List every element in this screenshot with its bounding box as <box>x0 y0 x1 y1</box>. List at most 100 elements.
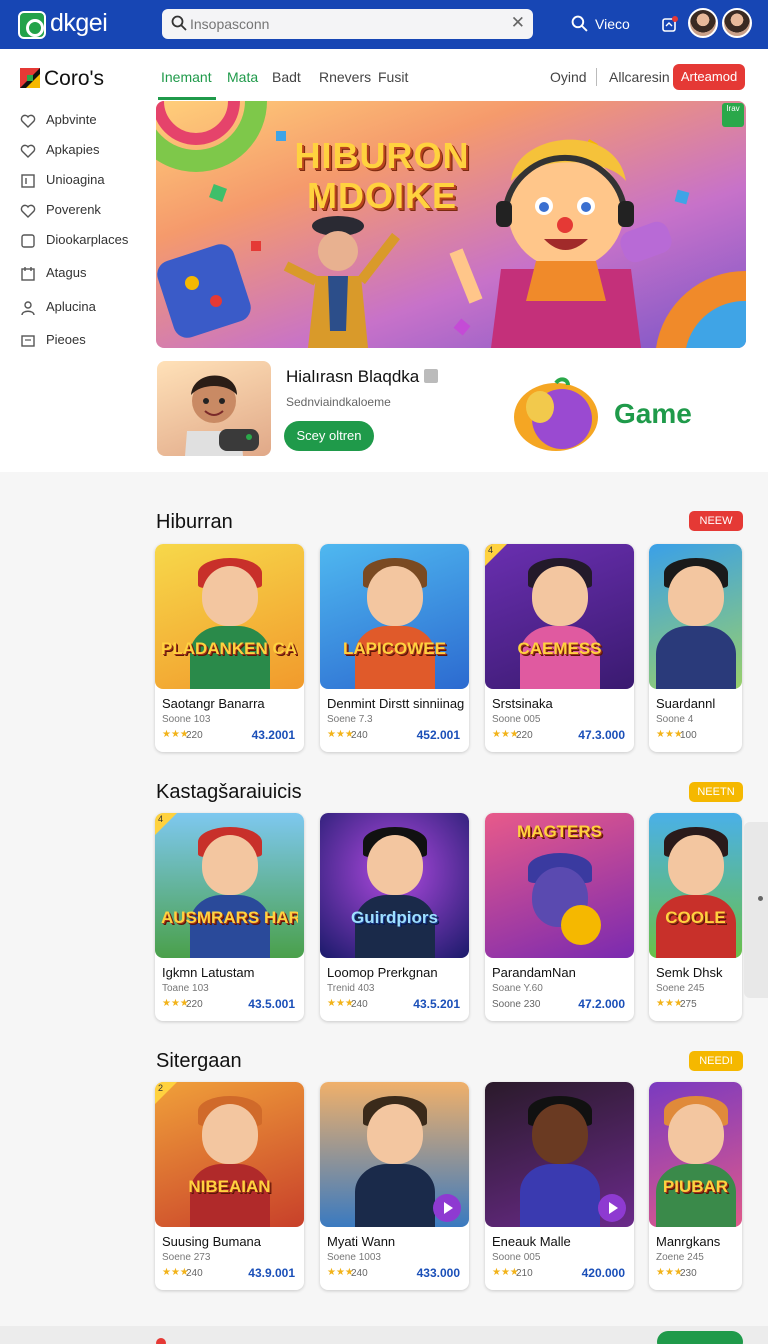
game-card-artwork: 4 AUSMRARS HARANES <box>155 813 304 958</box>
corner-number: 4 <box>488 545 494 555</box>
game-card[interactable]: Eneauk Malle Soone 005 ★★★ 210 420.000 <box>485 1082 634 1290</box>
card-price: 43.2001 <box>251 728 295 742</box>
game-card[interactable]: PIUBAR Manrgkans Zoene 245 ★★★ 230 <box>649 1082 742 1290</box>
card-subtitle: Soene 245 <box>656 983 705 994</box>
game-card-artwork <box>649 544 742 689</box>
featured-thumbnail[interactable] <box>157 361 271 456</box>
featured-artwork <box>185 375 259 456</box>
character-face <box>201 1104 258 1164</box>
card-title: Suusing Bumana <box>162 1234 262 1249</box>
image-icon <box>21 335 35 347</box>
square-icon <box>21 234 35 248</box>
card-price: 47.2.000 <box>578 997 625 1011</box>
card-subtitle: Toane 103 <box>162 983 209 994</box>
card-rating: 210 <box>516 1268 533 1279</box>
alert-icon <box>156 1338 166 1344</box>
active-tab-indicator <box>158 97 216 100</box>
tab-mata[interactable]: Mata <box>227 69 258 85</box>
tab-badt[interactable]: Badt <box>272 69 301 85</box>
search-input[interactable] <box>190 13 490 35</box>
tab-rnevers[interactable]: Rnevers <box>319 69 371 85</box>
sidebar-item-label: Unioagina <box>46 172 105 187</box>
star-rating-icon: ★★★ <box>162 729 189 740</box>
character-face <box>201 566 258 626</box>
card-title: Srstsinaka <box>492 696 553 711</box>
character-face <box>201 835 258 895</box>
card-title: Saotangr Banarra <box>162 696 265 711</box>
character-face <box>667 1104 724 1164</box>
tab-inemant[interactable]: Inemant <box>161 69 212 85</box>
game-card[interactable]: PLADANKEN CACTERLIEEN Saotangr Banarra S… <box>155 544 304 752</box>
app-logo-icon[interactable] <box>18 11 46 39</box>
close-icon[interactable]: ✕ <box>511 13 525 33</box>
card-art-title: COOLE <box>665 909 726 927</box>
featured-title[interactable]: Hialırasn Blaqdka <box>286 367 419 387</box>
action-button[interactable]: Arteamod <box>673 64 745 90</box>
card-subtitle: Soone 005 <box>492 1252 541 1263</box>
card-subtitle: Soone 4 <box>656 714 694 725</box>
game-card[interactable]: MAGTERS ParandamNan Soane Y.60 Soone 230… <box>485 813 634 1021</box>
character-body <box>354 1164 435 1227</box>
top-bar: dkgei ✕ Vieco <box>0 0 768 49</box>
featured-play-button[interactable]: Scey oltren <box>284 421 374 451</box>
card-title: Igkmn Latustam <box>162 965 255 980</box>
card-price: 43.5.001 <box>248 997 295 1011</box>
status-badge: NEETN <box>689 782 743 802</box>
card-art-title: NIBEAIAN <box>188 1178 271 1196</box>
card-subtitle: Zoene 245 <box>656 1252 704 1263</box>
card-rating: 230 <box>680 1268 697 1279</box>
star-rating-icon: ★★★ <box>492 729 519 740</box>
search-bar[interactable]: ✕ <box>162 9 533 39</box>
game-card[interactable]: 4 AUSMRARS HARANES Igkmn Latustam Toane … <box>155 813 304 1021</box>
card-rating: 275 <box>680 999 697 1010</box>
sidebar-brand[interactable]: Coro's <box>44 67 104 91</box>
side-scroll-handle[interactable] <box>744 822 768 998</box>
notification-icon[interactable] <box>661 15 679 33</box>
game-card[interactable]: LAPICOWEE Denmint Dirstt sinniinag Soene… <box>320 544 469 752</box>
card-subtitle: Soene 7.3 <box>327 714 373 725</box>
card-title: Suardannl <box>656 696 716 711</box>
card-rating: 220 <box>186 730 203 741</box>
game-card[interactable]: Suardannl Soone 4 ★★★ 100 <box>649 544 742 752</box>
sidebar-item-label: Pieoes <box>46 332 86 347</box>
game-card[interactable]: Guirdpiors Loomop Prerkgnan Trenid 403 ★… <box>320 813 469 1021</box>
card-art-title: Guirdpiors <box>351 909 438 927</box>
card-art-title: AUSMRARS HARANES <box>161 909 298 927</box>
hero-title-line: MDOIKE <box>307 175 457 216</box>
card-price: 43.5.201 <box>413 997 460 1011</box>
app-logo-text[interactable]: dkgei <box>50 9 108 38</box>
card-rating: 220 <box>186 999 203 1010</box>
sidebar-item-label: Apkapies <box>46 142 100 157</box>
card-price: 420.000 <box>581 1266 625 1280</box>
character-face <box>366 1104 423 1164</box>
card-price: 43.9.001 <box>248 1266 295 1280</box>
avatar[interactable] <box>722 8 752 38</box>
character-face <box>366 566 423 626</box>
hero-title: HIBURON MDOIKE <box>282 136 482 216</box>
game-card[interactable]: 4 CAEMESS Srstsinaka Soone 005 ★★★ 220 4… <box>485 544 634 752</box>
sidebar-item-label: Diookarplaces <box>46 232 129 247</box>
play-icon[interactable] <box>433 1194 461 1222</box>
card-title: ParandamNan <box>492 965 576 980</box>
card-price: 47.3.000 <box>578 728 625 742</box>
link-allcaresin[interactable]: Allcaresin <box>609 69 670 85</box>
link-oyind[interactable]: Oyind <box>550 69 587 85</box>
verified-icon <box>424 369 438 383</box>
sidebar-item-label: Aplucina <box>46 299 96 314</box>
play-icon[interactable] <box>598 1194 626 1222</box>
game-card-artwork: LAPICOWEE <box>320 544 469 689</box>
sidebar-item-label: Poverenk <box>46 202 101 217</box>
bottom-action-button[interactable] <box>657 1331 743 1344</box>
game-card[interactable]: COOLE Semk Dhsk Soene 245 ★★★ 275 <box>649 813 742 1021</box>
tag-icon <box>21 267 35 281</box>
tab-fusit[interactable]: Fusit <box>378 69 408 85</box>
game-card-artwork: PLADANKEN CACTERLIEEN <box>155 544 304 689</box>
game-card[interactable]: Myati Wann Soene 1003 ★★★ 240 433.000 <box>320 1082 469 1290</box>
heart-icon <box>20 204 36 218</box>
game-card[interactable]: 2 NIBEAIAN Suusing Bumana Soene 273 ★★★ … <box>155 1082 304 1290</box>
section-title: Sitergaan <box>156 1050 242 1072</box>
game-card-artwork: COOLE <box>649 813 742 958</box>
avatar[interactable] <box>688 8 718 38</box>
card-rating: 240 <box>351 1268 368 1279</box>
sidebar-item-label: Apbvinte <box>46 112 97 127</box>
